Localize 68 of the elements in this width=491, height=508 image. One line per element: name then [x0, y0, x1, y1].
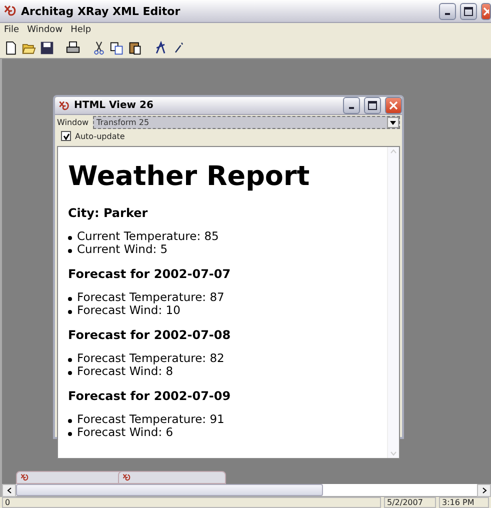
app-logo-icon [20, 473, 29, 482]
maximize-icon [368, 101, 377, 110]
bullet-icon [68, 297, 72, 301]
copy-icon [110, 40, 124, 54]
close-button[interactable] [481, 2, 491, 20]
section-heading: City: Parker [68, 206, 149, 220]
transform-icon [154, 40, 168, 54]
list-item: Current Temperature: 85 [77, 230, 219, 243]
vertical-scrollbar[interactable] [387, 147, 399, 458]
maximize-icon [464, 6, 473, 16]
close-button[interactable] [385, 97, 402, 114]
save-icon [40, 40, 54, 54]
cut-icon [92, 40, 106, 54]
app-logo-icon [58, 100, 70, 112]
toolbar-button[interactable] [109, 40, 125, 56]
section-heading: Forecast for 2002-07-07 [68, 267, 232, 281]
menu-item[interactable]: File [4, 25, 20, 35]
menu-item[interactable]: Window [27, 25, 63, 35]
list-item: Forecast Temperature: 87 [77, 291, 224, 304]
status-cell: 3:16 PM [439, 497, 489, 508]
print-icon [66, 40, 80, 54]
close-icon [483, 6, 489, 16]
minimize-button[interactable] [343, 97, 360, 114]
new-file-icon [4, 40, 18, 54]
scroll-right-icon [482, 486, 486, 494]
toolbar-button[interactable] [39, 40, 55, 56]
maximize-button[interactable] [460, 2, 477, 20]
scroll-down-icon [390, 451, 397, 456]
bullet-icon [68, 358, 72, 362]
section-heading: Forecast for 2002-07-08 [68, 328, 232, 342]
menu-item[interactable]: Help [70, 25, 92, 35]
toolbar-button[interactable] [127, 40, 143, 56]
minimize-button[interactable] [439, 2, 456, 20]
checkbox-label: Auto-update [75, 132, 125, 140]
bullet-icon [68, 419, 72, 423]
list-item: Forecast Wind: 8 [77, 365, 174, 378]
list-item: Current Wind: 5 [77, 243, 168, 256]
report-heading: Weather Report [68, 161, 311, 192]
list-item: Forecast Wind: 6 [77, 426, 174, 439]
scroll-left-icon [6, 486, 12, 494]
status-cell: 5/2/2007 [384, 497, 436, 508]
section-heading: Forecast for 2002-07-09 [68, 389, 232, 403]
wand-icon [172, 40, 186, 54]
close-icon [389, 101, 398, 110]
bullet-icon [68, 432, 72, 436]
dropdown-caret-icon [390, 120, 396, 124]
window-title: HTML View 26 [74, 100, 154, 111]
toolbar-button[interactable] [65, 40, 81, 56]
paste-icon [128, 40, 142, 54]
window-select[interactable]: Transform 25 [92, 116, 400, 129]
app-logo-icon [3, 4, 17, 18]
horizontal-scrollbar[interactable] [2, 484, 491, 496]
auto-update-checkbox[interactable] [61, 131, 71, 141]
list-item: Forecast Wind: 10 [77, 304, 180, 317]
toolbar-button[interactable] [91, 40, 107, 56]
status-cell: 0 [2, 497, 381, 508]
toolbar-button[interactable] [3, 40, 19, 56]
scroll-up-icon [390, 149, 397, 154]
list-item: Forecast Temperature: 91 [77, 413, 224, 426]
maximize-button[interactable] [364, 97, 381, 114]
app-logo-icon [122, 473, 131, 482]
bullet-icon [68, 371, 72, 375]
bullet-icon [68, 249, 72, 253]
window-label: Window [57, 118, 89, 127]
window-title: Architag XRay XML Editor [21, 4, 182, 18]
bullet-icon [68, 236, 72, 240]
bullet-icon [68, 310, 72, 314]
list-item: Forecast Temperature: 82 [77, 352, 224, 365]
